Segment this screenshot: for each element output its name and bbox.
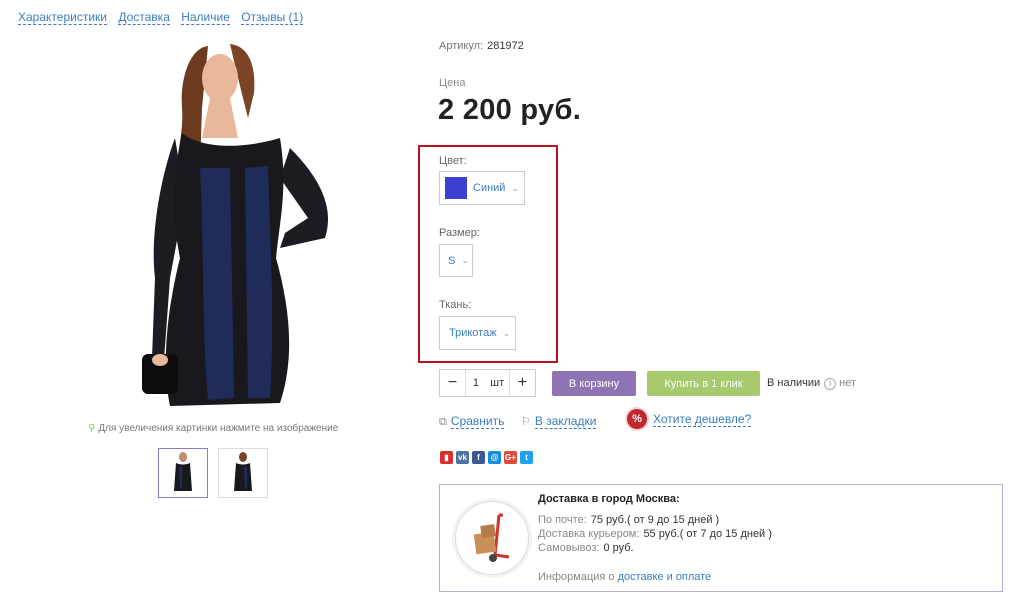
moimir-icon[interactable]: @: [488, 451, 501, 464]
price-label: Цена: [439, 77, 466, 89]
delivery-pickup: Самовывоз: 0 руб.: [538, 542, 634, 554]
thumbnail-1[interactable]: [158, 448, 208, 498]
delivery-info-box: Доставка в город Москва: По почте: 75 руб…: [439, 484, 1003, 592]
quantity-stepper: − 1 шт +: [439, 369, 536, 397]
facebook-icon[interactable]: f: [472, 451, 485, 464]
size-value: S: [448, 254, 456, 267]
size-label: Размер:: [439, 227, 480, 239]
product-tabs-nav: Характеристики Доставка Наличие Отзывы (…: [18, 10, 311, 25]
pickup-value: 0 руб.: [603, 542, 634, 554]
chevron-down-icon: ⌄: [502, 327, 511, 338]
tab-characteristics[interactable]: Характеристики: [18, 10, 107, 25]
tab-reviews[interactable]: Отзывы (1): [241, 10, 304, 25]
quantity-value[interactable]: 1: [465, 370, 485, 396]
info-prefix: Информация о: [538, 571, 615, 583]
delivery-post: По почте: 75 руб.( от 9 до 15 дней ): [538, 514, 719, 526]
delivery-payment-link[interactable]: доставке и оплате: [618, 571, 712, 583]
courier-value: 55 руб.( от 7 до 15 дней ): [643, 528, 772, 540]
color-label: Цвет:: [439, 155, 467, 167]
color-value: Синий: [473, 182, 506, 194]
info-icon[interactable]: i: [824, 378, 837, 390]
fabric-label: Ткань:: [439, 299, 472, 311]
add-to-cart-button[interactable]: В корзину: [552, 371, 636, 396]
article-label: Артикул:: [439, 40, 484, 52]
post-value: 75 руб.( от 9 до 15 дней ): [590, 514, 720, 526]
chevron-down-icon: ⌄: [461, 255, 469, 265]
quantity-unit: шт: [486, 370, 510, 396]
courier-label: Доставка курьером:: [538, 528, 640, 540]
chevron-down-icon: ⌄: [511, 182, 519, 193]
availability-value: нет: [839, 377, 857, 389]
size-select[interactable]: S ⌄: [439, 244, 473, 277]
product-main-image[interactable]: [130, 38, 350, 410]
availability-label: В наличии: [767, 377, 821, 389]
hand-truck-icon: [455, 501, 529, 575]
percent-badge-icon[interactable]: %: [627, 409, 647, 429]
fabric-select[interactable]: Трикотаж ⌄: [439, 316, 516, 350]
plus-button[interactable]: +: [510, 370, 535, 396]
delivery-title: Доставка в город Москва:: [538, 493, 680, 505]
article-value: 281972: [487, 40, 524, 52]
twitter-icon[interactable]: t: [520, 451, 533, 464]
post-label: По почте:: [538, 514, 587, 526]
color-swatch: [445, 177, 467, 199]
magnifier-icon: ⚲: [88, 423, 96, 434]
compare-link[interactable]: Сравнить: [450, 414, 505, 429]
availability: В наличии i нет: [767, 377, 856, 390]
hand-truck-illustration: [473, 513, 510, 562]
compare-icon: ⧉: [439, 416, 447, 428]
price-value: 2 200 руб.: [438, 94, 582, 126]
zoom-hint-text: Для увеличения картинки нажмите на изобр…: [98, 423, 339, 434]
thumbnail-image: [174, 452, 192, 491]
compare-action: ⧉ Сравнить: [439, 414, 505, 429]
zoom-hint: ⚲ Для увеличения картинки нажмите на изоб…: [88, 423, 338, 434]
article-number: Артикул: 281972: [439, 40, 524, 52]
delivery-info: Информация о доставке и оплате: [538, 571, 711, 583]
thumbnail-2[interactable]: [218, 448, 268, 498]
bookmark-icon[interactable]: ▮: [440, 451, 453, 464]
color-select[interactable]: Синий ⌄: [439, 171, 525, 205]
minus-button[interactable]: −: [440, 370, 465, 396]
bookmark-link[interactable]: В закладки: [534, 414, 597, 429]
dress-model-illustration: [142, 44, 329, 406]
thumbnail-image: [234, 452, 252, 491]
cheaper-link[interactable]: Хотите дешевле?: [653, 412, 752, 427]
googleplus-icon[interactable]: G+: [504, 451, 517, 464]
social-share-bar: ▮ vk f @ G+ t: [440, 451, 533, 464]
delivery-courier: Доставка курьером: 55 руб.( от 7 до 15 дн…: [538, 528, 772, 540]
fabric-value: Трикотаж: [449, 327, 497, 339]
tab-availability[interactable]: Наличие: [181, 10, 230, 25]
tab-delivery[interactable]: Доставка: [118, 10, 170, 25]
pickup-label: Самовывоз:: [538, 542, 600, 554]
vk-icon[interactable]: vk: [456, 451, 469, 464]
buy-one-click-button[interactable]: Купить в 1 клик: [647, 371, 760, 396]
cheaper-action: % Хотите дешевле?: [627, 409, 752, 429]
bookmark-action: ⚐ В закладки: [521, 414, 597, 429]
bookmark-icon: ⚐: [521, 416, 531, 428]
